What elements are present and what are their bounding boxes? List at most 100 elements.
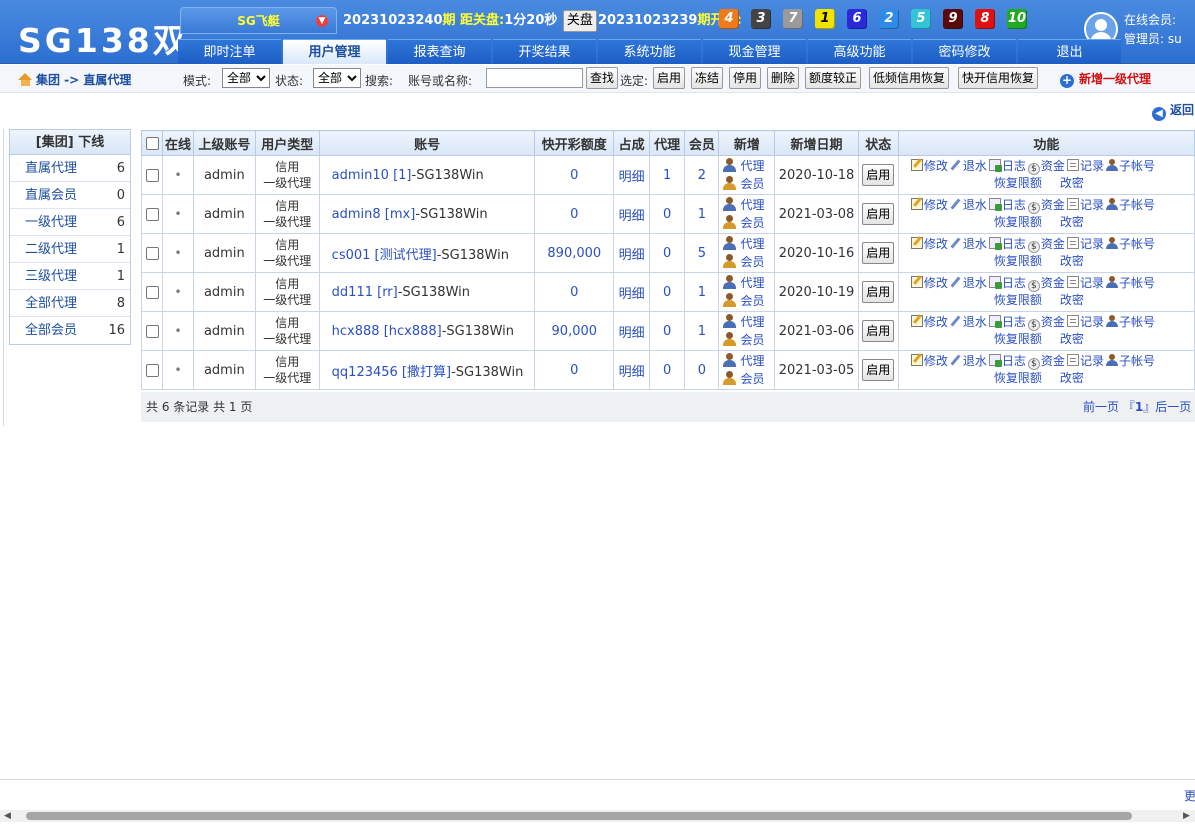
footer-link[interactable]: 更 bbox=[1184, 787, 1195, 804]
agent-count[interactable]: 1 bbox=[649, 155, 686, 195]
sidebar-item[interactable]: 直属会员 0 bbox=[10, 182, 130, 209]
rebate-link[interactable]: 退水 bbox=[950, 354, 987, 368]
select-all-checkbox[interactable] bbox=[145, 136, 159, 150]
log-link[interactable]: 日志 bbox=[988, 354, 1026, 368]
rebate-link[interactable]: 退水 bbox=[950, 159, 987, 173]
record-link[interactable]: 记录 bbox=[1066, 159, 1104, 173]
member-count[interactable]: 1 bbox=[684, 311, 720, 351]
rebate-link[interactable]: 退水 bbox=[950, 237, 987, 251]
sub-account-link[interactable]: 子帐号 bbox=[1105, 276, 1155, 290]
change-password-link[interactable]: 改密 bbox=[1060, 254, 1084, 268]
nav-cash[interactable]: 现金管理 bbox=[703, 39, 806, 64]
rebate-link[interactable]: 退水 bbox=[950, 276, 987, 290]
delete-button[interactable]: 删除 bbox=[767, 67, 800, 89]
mode-select[interactable]: 全部 bbox=[222, 68, 270, 88]
agent-count[interactable]: 0 bbox=[649, 233, 686, 273]
row-checkbox[interactable] bbox=[145, 246, 159, 260]
add-member-link[interactable]: 会员 bbox=[723, 175, 773, 193]
sidebar-item[interactable]: 二级代理 1 bbox=[10, 236, 130, 263]
row-checkbox[interactable] bbox=[145, 363, 159, 377]
restore-limit-link[interactable]: 恢复限额 bbox=[994, 332, 1042, 346]
member-count[interactable]: 0 bbox=[684, 350, 720, 390]
disable-button[interactable]: 停用 bbox=[729, 67, 762, 89]
sidebar-item[interactable]: 直属代理 6 bbox=[10, 155, 130, 182]
add-agent-link[interactable]: 代理 bbox=[723, 274, 773, 292]
log-link[interactable]: 日志 bbox=[988, 276, 1026, 290]
online-members-label[interactable]: 在线会员: bbox=[1124, 11, 1176, 28]
row-select-cell[interactable] bbox=[140, 194, 164, 234]
sub-account-link[interactable]: 子帐号 bbox=[1105, 159, 1155, 173]
record-link[interactable]: 记录 bbox=[1066, 237, 1104, 251]
fast-quota[interactable]: 0 bbox=[534, 155, 615, 195]
add-agent-link[interactable]: 代理 bbox=[723, 313, 773, 331]
account-link[interactable]: hcx888 [hcx888] bbox=[332, 324, 442, 339]
account-link[interactable]: admin8 [mx] bbox=[332, 207, 416, 222]
restore-limit-link[interactable]: 恢复限额 bbox=[994, 176, 1042, 190]
prev-page-link[interactable]: 前一页 bbox=[1083, 400, 1119, 414]
member-count[interactable]: 5 bbox=[684, 233, 720, 273]
funds-link[interactable]: $ 资金 bbox=[1027, 198, 1065, 214]
fast-quota[interactable]: 890,000 bbox=[534, 233, 615, 273]
log-link[interactable]: 日志 bbox=[988, 159, 1026, 173]
share-detail-link[interactable]: 明细 bbox=[613, 272, 651, 312]
agent-count[interactable]: 0 bbox=[649, 272, 686, 312]
restore-limit-link[interactable]: 恢复限额 bbox=[994, 215, 1042, 229]
fast-quota[interactable]: 0 bbox=[534, 350, 615, 390]
edit-link[interactable]: 修改 bbox=[910, 159, 948, 173]
enable-status-button[interactable]: 启用 bbox=[862, 164, 895, 186]
return-button[interactable]: ◀ 返回 bbox=[1152, 101, 1194, 121]
add-agent-link[interactable]: 代理 bbox=[723, 235, 773, 253]
enable-status-button[interactable]: 启用 bbox=[862, 203, 895, 225]
fast-quota[interactable]: 0 bbox=[534, 272, 615, 312]
edit-link[interactable]: 修改 bbox=[910, 315, 948, 329]
row-select-cell[interactable] bbox=[140, 311, 164, 351]
rebate-link[interactable]: 退水 bbox=[950, 315, 987, 329]
change-password-link[interactable]: 改密 bbox=[1060, 371, 1084, 385]
sub-account-link[interactable]: 子帐号 bbox=[1105, 354, 1155, 368]
share-detail-link[interactable]: 明细 bbox=[613, 233, 651, 273]
member-count[interactable]: 1 bbox=[684, 272, 720, 312]
funds-link[interactable]: $ 资金 bbox=[1027, 315, 1065, 331]
row-select-cell[interactable] bbox=[140, 233, 164, 273]
scroll-right-icon[interactable]: ▶ bbox=[1183, 811, 1190, 821]
edit-link[interactable]: 修改 bbox=[910, 237, 948, 251]
nav-password[interactable]: 密码修改 bbox=[913, 39, 1016, 64]
add-member-link[interactable]: 会员 bbox=[723, 331, 773, 349]
share-detail-link[interactable]: 明细 bbox=[613, 311, 651, 351]
add-agent-link[interactable]: 代理 bbox=[723, 157, 773, 175]
edit-link[interactable]: 修改 bbox=[910, 198, 948, 212]
change-password-link[interactable]: 改密 bbox=[1060, 332, 1084, 346]
restore-limit-link[interactable]: 恢复限额 bbox=[994, 254, 1042, 268]
funds-link[interactable]: $ 资金 bbox=[1027, 354, 1065, 370]
enable-button[interactable]: 启用 bbox=[653, 67, 686, 89]
next-page-link[interactable]: 后一页 bbox=[1155, 400, 1191, 414]
nav-system[interactable]: 系统功能 bbox=[598, 39, 701, 64]
add-agent-link[interactable]: 代理 bbox=[723, 352, 773, 370]
game-selector[interactable]: SG飞艇 ▼ bbox=[180, 7, 337, 34]
record-link[interactable]: 记录 bbox=[1066, 276, 1104, 290]
share-detail-link[interactable]: 明细 bbox=[613, 194, 651, 234]
row-select-cell[interactable] bbox=[140, 350, 164, 390]
search-input[interactable] bbox=[486, 68, 583, 88]
scrollbar-thumb[interactable] bbox=[26, 812, 1132, 820]
row-checkbox[interactable] bbox=[145, 285, 159, 299]
restore-limit-link[interactable]: 恢复限额 bbox=[994, 371, 1042, 385]
edit-link[interactable]: 修改 bbox=[910, 354, 948, 368]
add-member-link[interactable]: 会员 bbox=[723, 292, 773, 310]
freeze-button[interactable]: 冻结 bbox=[691, 67, 724, 89]
select-all[interactable] bbox=[140, 130, 164, 156]
funds-link[interactable]: $ 资金 bbox=[1027, 237, 1065, 253]
row-checkbox[interactable] bbox=[145, 207, 159, 221]
record-link[interactable]: 记录 bbox=[1066, 315, 1104, 329]
account-link[interactable]: cs001 [测试代理] bbox=[332, 248, 437, 263]
funds-link[interactable]: $ 资金 bbox=[1027, 159, 1065, 175]
sidebar-item[interactable]: 全部代理 8 bbox=[10, 290, 130, 317]
chevron-down-icon[interactable]: ▼ bbox=[316, 15, 328, 27]
nav-live-bets[interactable]: 即时注单 bbox=[178, 39, 281, 64]
row-checkbox[interactable] bbox=[145, 324, 159, 338]
current-page[interactable]: 1 bbox=[1135, 400, 1143, 414]
low-freq-credit-restore-button[interactable]: 低频信用恢复 bbox=[869, 67, 950, 89]
funds-link[interactable]: $ 资金 bbox=[1027, 276, 1065, 292]
add-first-level-agent-button[interactable]: + 新增一级代理 bbox=[1060, 70, 1151, 88]
account-link[interactable]: admin10 [1] bbox=[332, 168, 412, 183]
